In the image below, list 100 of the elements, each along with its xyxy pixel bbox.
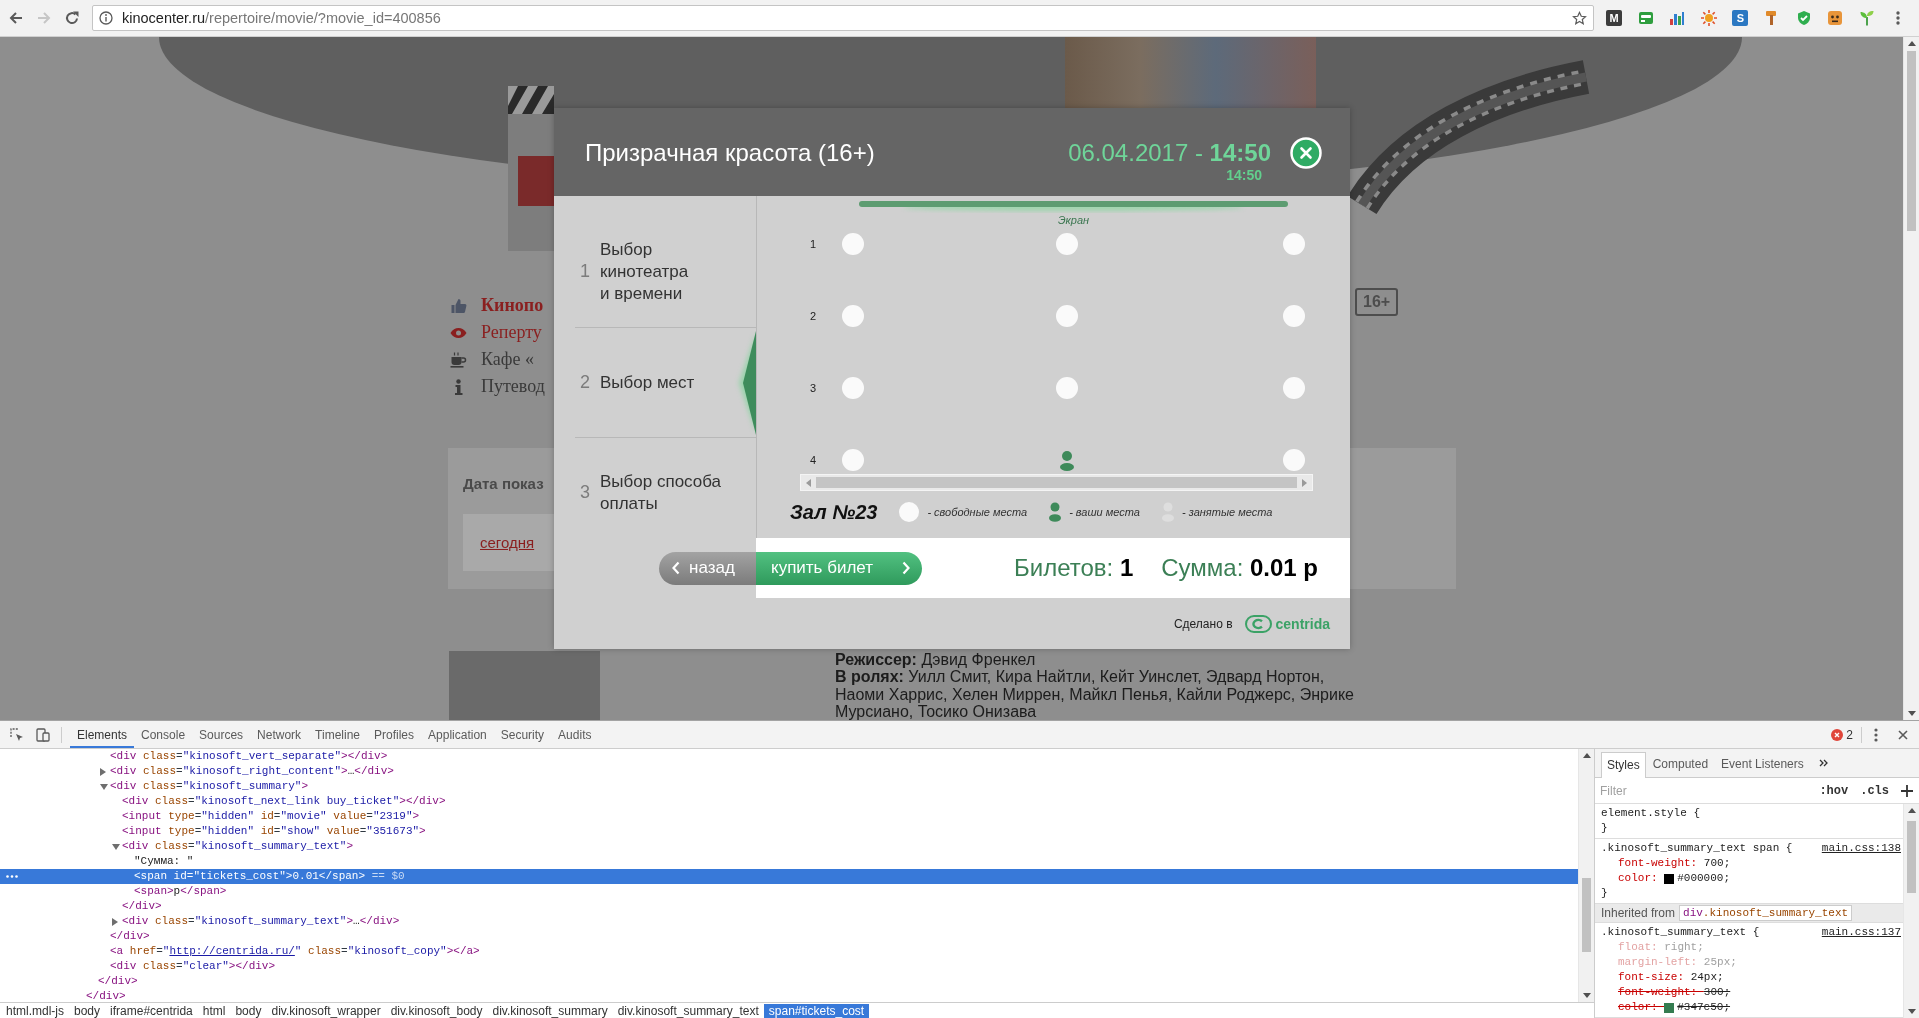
star-icon[interactable]: [1572, 10, 1587, 26]
menu-link[interactable]: Кафе «: [481, 349, 534, 370]
breadcrumb[interactable]: div.kinosoft_summary: [487, 1003, 613, 1018]
code-line[interactable]: "Сумма: ": [134, 854, 194, 869]
styles-tab[interactable]: Computed: [1646, 751, 1715, 777]
scroll-down-icon[interactable]: [1907, 711, 1916, 716]
vertical-scrollbar[interactable]: [1578, 749, 1594, 1002]
sprout-icon[interactable]: [1858, 10, 1875, 26]
error-count[interactable]: 2: [1846, 727, 1853, 742]
double-chevron-icon[interactable]: [1818, 759, 1828, 767]
scroll-up-icon[interactable]: [1907, 41, 1916, 46]
error-icon[interactable]: [1831, 728, 1844, 741]
more-icon[interactable]: [1874, 727, 1878, 742]
code-line[interactable]: <span>р</span>: [134, 884, 227, 899]
source-link[interactable]: main.css:138: [1821, 841, 1901, 856]
code-line[interactable]: <span id="tickets_cost">0.01</span> == $0: [134, 869, 405, 884]
menu-link[interactable]: Путевод: [481, 376, 545, 397]
thumbs-up-icon[interactable]: [450, 297, 467, 314]
devtools-tab[interactable]: Application: [421, 721, 494, 748]
code-line[interactable]: <input type="hidden" id="movie" value="2319">: [122, 809, 420, 824]
filter-toggle-button[interactable]: :hov: [1819, 783, 1849, 798]
styles-tab[interactable]: Styles: [1601, 752, 1646, 778]
breadcrumb[interactable]: div.kinosoft_summary_text: [612, 1003, 764, 1018]
inspect-icon[interactable]: [10, 727, 24, 742]
css-property-name[interactable]: font-size:: [1618, 970, 1691, 985]
devtools-tab[interactable]: Sources: [192, 721, 251, 748]
shield-icon[interactable]: [1795, 10, 1812, 26]
color-swatch-icon[interactable]: [1664, 1002, 1675, 1013]
devtools-tab[interactable]: Console: [134, 721, 193, 748]
close-icon[interactable]: [1898, 729, 1908, 740]
code-line[interactable]: <input type="hidden" id="show" value="351673">: [122, 824, 426, 839]
scroll-left-icon[interactable]: [806, 478, 811, 487]
caret-down-icon[interactable]: [100, 783, 108, 790]
scrollbar-thumb[interactable]: [1582, 878, 1591, 952]
extension-button[interactable]: S: [1732, 10, 1749, 26]
devtools-tab[interactable]: Profiles: [367, 721, 422, 748]
css-property-value[interactable]: 24px;: [1690, 970, 1724, 985]
inherited-selector-link[interactable]: div.kinosoft_summary_text: [1679, 905, 1853, 921]
devtools-tab[interactable]: Network: [250, 721, 309, 748]
horizontal-scrollbar[interactable]: [800, 474, 1313, 491]
devtools-tab[interactable]: Audits: [551, 721, 599, 748]
devtools-tab[interactable]: Timeline: [308, 721, 367, 748]
devtools-tab[interactable]: Elements: [70, 721, 135, 748]
caret-down-icon[interactable]: [112, 843, 120, 850]
vertical-scrollbar[interactable]: [1903, 804, 1919, 1018]
color-swatch-icon[interactable]: [1664, 873, 1675, 884]
code-line[interactable]: <div class="kinosoft_next_link buy_ticket"></div>: [122, 794, 446, 809]
date-option-tab[interactable]: сегодня: [463, 514, 554, 571]
step-label[interactable]: Выбор мест: [600, 371, 734, 394]
step-label[interactable]: Выбор кинотеатра и времени: [600, 238, 734, 305]
sun-icon[interactable]: [1700, 10, 1717, 26]
bar-chart-icon[interactable]: [1669, 10, 1686, 26]
styles-tab[interactable]: Event Listeners: [1715, 751, 1810, 777]
devtools-tab[interactable]: Security: [493, 721, 552, 748]
breadcrumb[interactable]: body: [69, 1003, 106, 1018]
extension-button[interactable]: M: [1606, 10, 1622, 26]
scroll-up-icon[interactable]: [1582, 753, 1591, 758]
source-link[interactable]: main.css:137: [1821, 925, 1901, 940]
ellipsis-icon[interactable]: [6, 875, 18, 878]
step-label[interactable]: Выбор способа оплаты: [600, 470, 734, 515]
reload-icon[interactable]: [64, 10, 80, 26]
code-line[interactable]: </div>: [98, 974, 138, 989]
window-icon[interactable]: [1637, 10, 1654, 26]
menu-icon[interactable]: [1896, 11, 1900, 25]
device-icon[interactable]: [36, 727, 50, 742]
caret-right-icon[interactable]: [112, 917, 118, 926]
breadcrumb[interactable]: body: [230, 1003, 267, 1018]
css-property-value[interactable]: #000000;: [1677, 871, 1731, 886]
info-icon[interactable]: [99, 11, 113, 25]
code-line[interactable]: </div>: [122, 899, 162, 914]
css-property-value[interactable]: 300;: [1703, 985, 1731, 1000]
code-line[interactable]: <div class="kinosoft_summary_text">…</div>: [122, 914, 400, 929]
code-line[interactable]: <div class="kinosoft_vert_separate"></div>: [110, 749, 388, 764]
css-property-value[interactable]: 700;: [1703, 856, 1731, 871]
scrollbar-thumb[interactable]: [816, 477, 1297, 488]
breadcrumb[interactable]: span#tickets_cost: [763, 1003, 870, 1018]
logo-icon[interactable]: [1244, 614, 1272, 633]
css-property-name[interactable]: font-weight:: [1618, 856, 1704, 871]
add-icon[interactable]: [1901, 784, 1913, 797]
address-bar[interactable]: kinocenter.ru/repertoire/movie/?movie_id=400856: [92, 5, 1594, 31]
caret-right-icon[interactable]: [100, 767, 106, 776]
css-property-name[interactable]: font-weight:: [1618, 985, 1704, 1000]
breadcrumb[interactable]: iframe#centrida: [105, 1003, 198, 1018]
code-line[interactable]: <div class="kinosoft_right_content">…</div>: [110, 764, 394, 779]
code-line[interactable]: </div>: [86, 989, 126, 1002]
code-line[interactable]: <div class="kinosoft_summary">: [110, 779, 309, 794]
cup-icon[interactable]: [450, 351, 467, 368]
css-property-name[interactable]: color:: [1618, 871, 1665, 886]
breadcrumb[interactable]: div.kinosoft_wrapper: [266, 1003, 386, 1018]
code-line[interactable]: <a href="http://centrida.ru/" class="kinosoft_copy"></a>: [110, 944, 480, 959]
code-line[interactable]: <div class="clear"></div>: [110, 959, 276, 974]
css-property-name[interactable]: color:: [1618, 1000, 1665, 1015]
breadcrumb[interactable]: html.mdl-js: [1, 1003, 69, 1018]
back-icon[interactable]: [8, 10, 24, 26]
filter-field[interactable]: Filter: [1600, 783, 1808, 798]
filter-toggle-button[interactable]: .cls: [1860, 783, 1889, 798]
scroll-right-icon[interactable]: [1302, 478, 1307, 487]
css-property-value[interactable]: #347c50;: [1677, 1000, 1731, 1015]
mascot-icon[interactable]: [1827, 10, 1844, 26]
code-link[interactable]: http://centrida.ru/: [169, 945, 295, 957]
